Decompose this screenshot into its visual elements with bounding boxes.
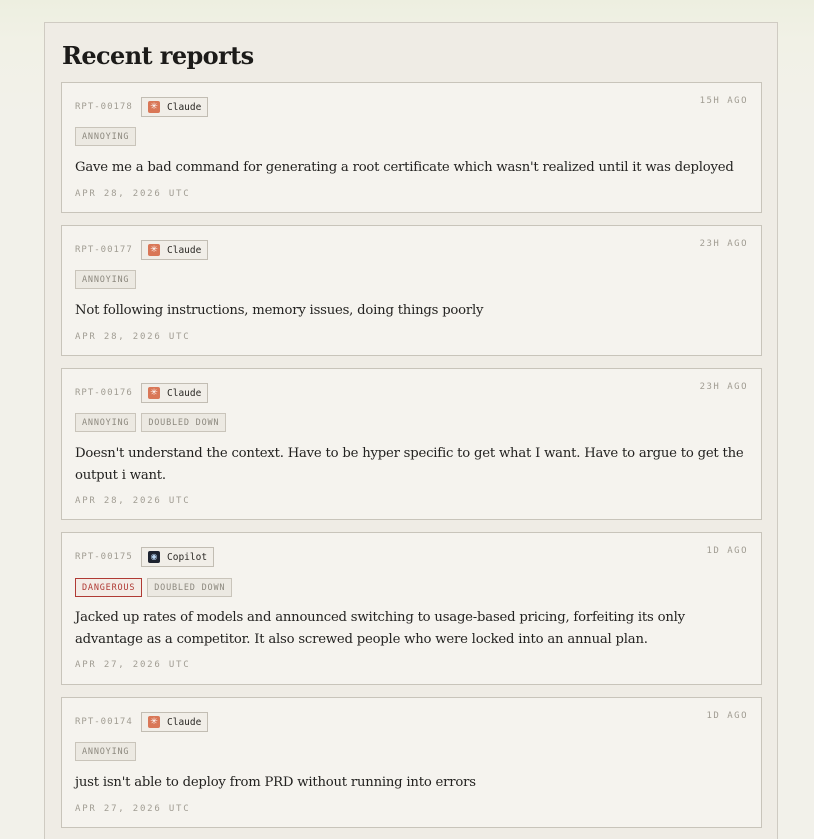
tag-doubled-down[interactable]: DOUBLED DOWN xyxy=(147,578,233,597)
tag-dangerous[interactable]: DANGEROUS xyxy=(75,578,143,597)
time-ago: 15H AGO xyxy=(699,96,748,106)
report-date: APR 27, 2026 UTC xyxy=(75,660,191,670)
report-card[interactable]: RPT-00175 ◉ Copilot 1D AGO DANGEROUS DOU… xyxy=(61,532,762,685)
report-card[interactable]: RPT-00177 ✳ Claude 23H AGO ANNOYING Not … xyxy=(61,225,762,356)
tag-doubled-down[interactable]: DOUBLED DOWN xyxy=(141,413,227,432)
claude-logo-icon: ✳ xyxy=(148,716,160,728)
report-date: APR 28, 2026 UTC xyxy=(75,189,191,199)
report-date: APR 28, 2026 UTC xyxy=(75,332,191,342)
agent-badge[interactable]: ✳ Claude xyxy=(141,240,209,260)
report-card[interactable]: RPT-00176 ✳ Claude 23H AGO ANNOYING DOUB… xyxy=(61,368,762,520)
report-id: RPT-00175 xyxy=(75,552,133,562)
report-card[interactable]: RPT-00174 ✳ Claude 1D AGO ANNOYING just … xyxy=(61,697,762,828)
report-description: just isn't able to deploy from PRD witho… xyxy=(75,775,476,790)
report-id: RPT-00174 xyxy=(75,717,133,727)
tag-list: ANNOYING xyxy=(75,270,137,289)
report-date: APR 27, 2026 UTC xyxy=(75,804,191,814)
report-card[interactable]: RPT-00178 ✳ Claude 15H AGO ANNOYING Gave… xyxy=(61,82,762,213)
recent-reports-panel: Recent reports RPT-00178 ✳ Claude 15H AG… xyxy=(44,22,778,839)
tag-list: ANNOYING DOUBLED DOWN xyxy=(75,413,227,432)
page-title: Recent reports xyxy=(62,41,254,70)
claude-logo-icon: ✳ xyxy=(148,387,160,399)
report-description: Jacked up rates of models and announced … xyxy=(75,610,685,647)
report-id: RPT-00177 xyxy=(75,245,133,255)
report-id: RPT-00176 xyxy=(75,388,133,398)
time-ago: 1D AGO xyxy=(706,546,748,556)
agent-name: Claude xyxy=(167,244,202,256)
report-description: Gave me a bad command for generating a r… xyxy=(75,160,734,175)
report-description: Doesn't understand the context. Have to … xyxy=(75,446,744,483)
time-ago: 23H AGO xyxy=(699,382,748,392)
tag-list: DANGEROUS DOUBLED DOWN xyxy=(75,578,233,597)
agent-name: Claude xyxy=(167,101,202,113)
agent-name: Copilot xyxy=(167,551,208,563)
report-date: APR 28, 2026 UTC xyxy=(75,496,191,506)
tag-annoying[interactable]: ANNOYING xyxy=(75,127,137,146)
claude-logo-icon: ✳ xyxy=(148,244,160,256)
agent-badge[interactable]: ✳ Claude xyxy=(141,383,209,403)
tag-list: ANNOYING xyxy=(75,127,137,146)
agent-badge[interactable]: ◉ Copilot xyxy=(141,547,215,567)
report-id: RPT-00178 xyxy=(75,102,133,112)
agent-badge[interactable]: ✳ Claude xyxy=(141,97,209,117)
claude-logo-icon: ✳ xyxy=(148,101,160,113)
tag-annoying[interactable]: ANNOYING xyxy=(75,413,137,432)
copilot-logo-icon: ◉ xyxy=(148,551,160,563)
time-ago: 1D AGO xyxy=(706,711,748,721)
report-description: Not following instructions, memory issue… xyxy=(75,303,484,318)
agent-name: Claude xyxy=(167,387,202,399)
agent-name: Claude xyxy=(167,716,202,728)
agent-badge[interactable]: ✳ Claude xyxy=(141,712,209,732)
tag-annoying[interactable]: ANNOYING xyxy=(75,270,137,289)
tag-list: ANNOYING xyxy=(75,742,137,761)
tag-annoying[interactable]: ANNOYING xyxy=(75,742,137,761)
time-ago: 23H AGO xyxy=(699,239,748,249)
